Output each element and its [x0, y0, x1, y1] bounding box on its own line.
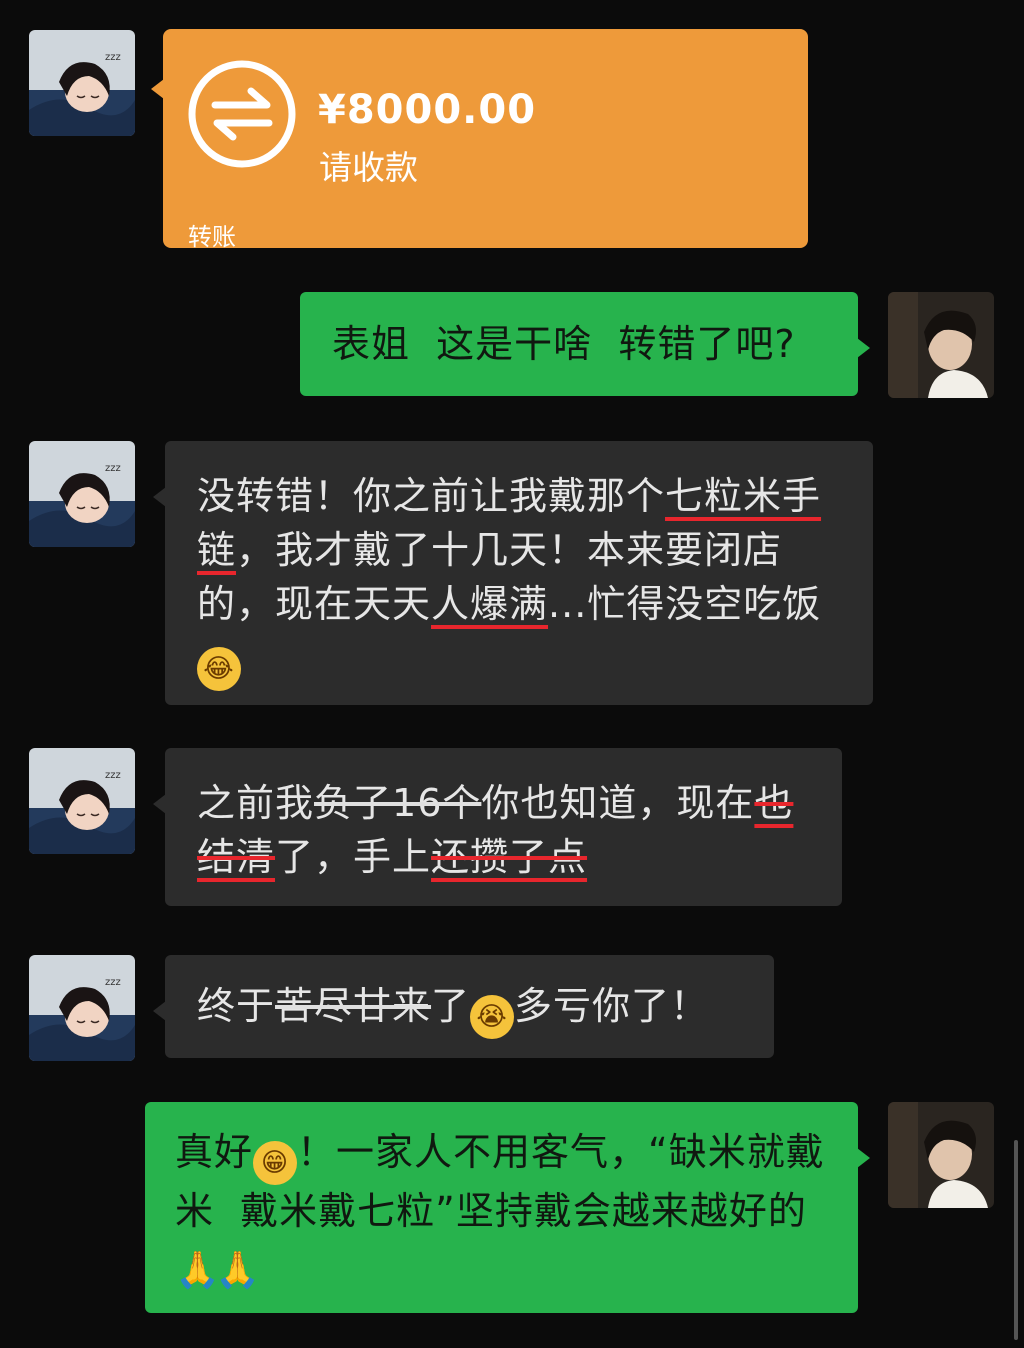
my-avatar[interactable] — [888, 292, 994, 398]
bubble-tail — [153, 794, 166, 814]
boy-profile-avatar-icon — [888, 292, 994, 398]
contact-avatar[interactable]: zzz — [29, 441, 135, 547]
praying-hands-emoji-icon: 🙏 — [175, 1250, 221, 1291]
text-segment: 终于 — [197, 984, 276, 1028]
svg-text:zzz: zzz — [105, 977, 121, 988]
text-segment: 了 — [431, 984, 471, 1028]
struck-segment: 负了16个 — [314, 781, 482, 825]
message-text: 终于苦尽甘来了 😭 多亏你了！ — [165, 955, 774, 1065]
text-segment: 真好 — [175, 1130, 254, 1174]
grinning-emoji-icon: 😁 — [253, 1141, 298, 1185]
laughing-crying-emoji-icon: 😂 — [197, 647, 241, 691]
praying-hands-emoji-icon: 🙏 — [215, 1250, 261, 1291]
bubble-tail — [857, 1148, 870, 1168]
text-segment: 之前我 — [197, 781, 315, 825]
transfer-label: 转账 — [188, 223, 236, 251]
received-message-bubble[interactable]: 没转错！你之前让我戴那个七粒米手链，我才戴了十几天！本来要闭店的，现在天天人爆满… — [153, 441, 873, 705]
contact-avatar[interactable]: zzz — [29, 30, 135, 136]
bubble-tail — [151, 79, 164, 99]
sleeping-girl-avatar-icon: zzz — [29, 748, 135, 854]
message-text: 没转错！你之前让我戴那个七粒米手链，我才戴了十几天！本来要闭店的，现在天天人爆满… — [165, 441, 873, 717]
sent-message-bubble[interactable]: 表姐 这是干啥 转错了吧? — [300, 292, 870, 396]
contact-avatar[interactable]: zzz — [29, 955, 135, 1061]
underlined-segment: 人爆满 — [431, 582, 549, 626]
contact-avatar[interactable]: zzz — [29, 748, 135, 854]
received-message-bubble[interactable]: 终于苦尽甘来了 😭 多亏你了！ — [153, 955, 774, 1058]
sleeping-girl-avatar-icon: zzz — [29, 30, 135, 136]
struck-segment: 苦尽甘来 — [275, 984, 432, 1028]
sent-message-bubble[interactable]: 真好 😁 ！一家人不用客气，“缺米就戴米 戴米戴七粒”坚持戴会越来越好的🙏🙏 — [145, 1102, 870, 1313]
crying-emoji-icon: 😭 — [470, 995, 515, 1039]
bubble-tail — [153, 1001, 166, 1021]
transfer-card[interactable]: ¥8000.00 请收款 转账 — [151, 29, 808, 251]
my-avatar[interactable] — [888, 1102, 994, 1208]
text-segment: 多亏你了！ — [514, 984, 710, 1028]
text-segment: ...忙得没空吃饭 — [548, 582, 822, 626]
text-segment: 你也知道，现在 — [481, 781, 755, 825]
message-text: 之前我负了16个你也知道，现在也结清了，手上还攒了点 — [165, 748, 842, 910]
transfer-arrows-icon — [188, 60, 296, 168]
boy-profile-avatar-icon — [888, 1102, 994, 1208]
transfer-amount: ¥8000.00 — [318, 87, 537, 133]
sleeping-girl-avatar-icon: zzz — [29, 441, 135, 547]
svg-text:zzz: zzz — [105, 52, 121, 63]
struck-underlined-segment: 还攒了点 — [431, 835, 588, 879]
received-message-bubble[interactable]: 之前我负了16个你也知道，现在也结清了，手上还攒了点 — [153, 748, 842, 906]
scrollbar[interactable] — [1014, 1140, 1018, 1340]
bubble-tail — [857, 338, 870, 358]
svg-text:zzz: zzz — [105, 463, 121, 474]
message-text: 真好 😁 ！一家人不用客气，“缺米就戴米 戴米戴七粒”坚持戴会越来越好的🙏🙏 — [145, 1102, 858, 1313]
text-segment: 没转错！你之前让我戴那个 — [197, 474, 666, 518]
message-text: 表姐 这是干啥 转错了吧? — [332, 322, 796, 366]
svg-text:zzz: zzz — [105, 770, 121, 781]
text-segment: 了，手上 — [275, 835, 432, 879]
sleeping-girl-avatar-icon: zzz — [29, 955, 135, 1061]
bubble-tail — [153, 487, 166, 507]
transfer-note: 请收款 — [319, 148, 418, 187]
